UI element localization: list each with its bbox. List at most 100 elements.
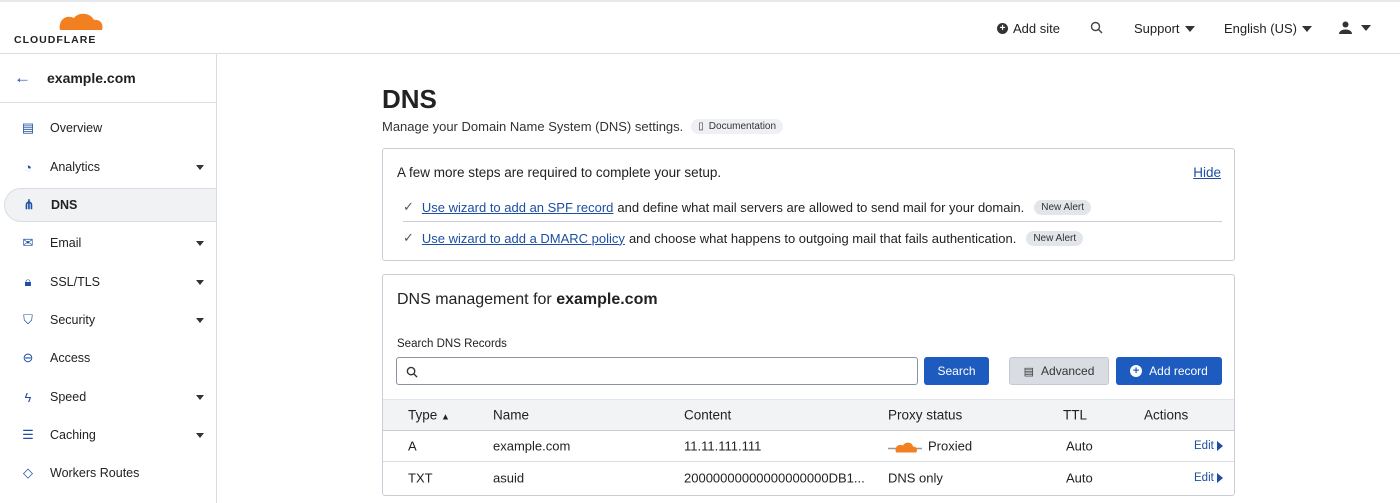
book-icon: ▯ [698,121,704,132]
sidebar-item-dns[interactable]: ⋔ DNS [4,188,216,222]
documentation-link[interactable]: ▯ Documentation [691,119,784,134]
sidebar-item-label: DNS [51,198,78,212]
column-type[interactable]: Type ▲ [408,408,450,423]
documentation-label: Documentation [708,121,777,132]
title-domain: example.com [556,291,658,308]
cloudflare-logo[interactable]: CLOUDFLARE [14,12,106,46]
column-proxy-status: Proxy status [888,407,963,423]
new-alert-badge: New Alert [1026,230,1084,246]
caret-right-icon [1216,441,1223,451]
support-dropdown[interactable]: Support [1134,21,1195,36]
sidebar-domain: example.com [47,70,136,86]
user-icon [1339,21,1352,34]
sidebar-item-label: Caching [50,428,96,442]
step-text: and define what mail servers are allowed… [617,199,1025,215]
plus-circle-icon: + [997,23,1008,34]
edit-button[interactable]: Edit [1194,440,1223,452]
sidebar-item-label: Speed [50,390,87,404]
language-dropdown[interactable]: English (US) [1224,21,1312,36]
add-record-button[interactable]: + Add record [1116,357,1222,385]
step-text: and choose what happens to outgoing mail… [628,230,1017,246]
table-row: TXT asuid 20000000000000000000DB1... DNS… [383,462,1234,493]
check-icon: ✓ [403,199,414,214]
logo-text: CLOUDFLARE [14,34,97,46]
alert-title: A few more steps are required to complet… [397,165,722,180]
dns-management-title: DNS management for example.com [397,291,658,309]
spf-wizard-link[interactable]: Use wizard to add an SPF record [422,200,613,215]
dns-management-card: DNS management for example.com Search DN… [382,274,1235,496]
clipboard-icon: ▤ [21,120,35,135]
user-menu[interactable] [1339,21,1371,34]
page-title: DNS [382,84,437,114]
cloud-logo-icon [59,13,103,31]
search-icon [1090,21,1103,34]
alert-step-dmarc: ✓ Use wizard to add a DMARC policy and c… [403,230,1084,246]
search-icon [406,366,418,378]
proxy-status-label: DNS only [888,470,943,485]
proxy-status: Proxied [888,439,972,454]
proxy-status-label: Proxied [928,438,973,454]
sidebar-item-label: Overview [50,121,103,135]
search-button[interactable]: Search [924,357,989,385]
record-ttl: Auto [1066,470,1093,485]
column-name: Name [493,407,530,423]
sidebar-item-workers-routes[interactable]: ◇ Workers Routes [0,456,216,490]
lightning-icon: ϟ [24,389,32,405]
sidebar-item-analytics[interactable]: ◔ Analytics [0,150,216,184]
chevron-down-icon [196,164,204,170]
sidebar-item-label: Access [50,351,91,365]
edit-label: Edit [1194,440,1214,452]
sidebar-item-label: Analytics [50,160,101,174]
sidebar-item-speed[interactable]: ϟ Speed [0,380,216,414]
workers-icon: ◇ [23,465,33,480]
language-label: English (US) [1224,21,1297,36]
network-icon: ⋔ [23,197,35,212]
search-button[interactable] [1090,21,1103,34]
lock-icon: 🔒︎ [24,274,32,289]
add-record-label: Add record [1149,364,1208,378]
chevron-down-icon [196,317,204,323]
access-icon: ⊖ [22,350,34,365]
sidebar-item-access[interactable]: ⊖ Access [0,341,216,375]
search-label: Search DNS Records [397,338,507,350]
new-alert-badge: New Alert [1034,199,1092,215]
caret-right-icon [1216,472,1223,483]
sidebar-item-label: Workers Routes [50,466,140,480]
search-dns-input[interactable] [396,357,918,385]
sidebar-item-overview[interactable]: ▤ Overview [0,111,216,145]
hide-link[interactable]: Hide [1193,165,1221,180]
chevron-down-icon [196,240,204,246]
dmarc-wizard-link[interactable]: Use wizard to add a DMARC policy [422,231,625,246]
arrow-left-icon: ← [14,68,31,87]
edit-button[interactable]: Edit [1194,472,1223,484]
back-to-domains[interactable]: ← example.com [0,54,216,103]
record-content: 20000000000000000000DB1... [684,470,865,485]
column-actions: Actions [1144,407,1189,423]
chevron-down-icon [1361,24,1371,31]
sidebar-item-caching[interactable]: ☰ Caching [0,418,216,452]
record-content: 11.11.111.111 [684,438,762,454]
add-site-button[interactable]: + Add site [997,21,1060,36]
plus-circle-icon: + [1130,365,1143,377]
table-header: Type ▲ Name Content Proxy status TTL Act… [383,399,1234,431]
advanced-label: Advanced [1041,364,1095,378]
sidebar-item-label: Security [50,313,96,327]
top-bar: CLOUDFLARE + Add site Support English (U… [0,0,1400,54]
sort-up-icon: ▲ [441,411,450,422]
edit-label: Edit [1194,471,1214,484]
alert-step-spf: ✓ Use wizard to add an SPF record and de… [403,199,1092,215]
sidebar-item-security[interactable]: ⛉ Security [0,303,216,337]
sidebar: ← example.com ▤ Overview ◔ Analytics ⋔ DNS … [0,54,217,503]
add-site-label: Add site [1013,21,1060,36]
proxied-cloud-icon [888,442,922,452]
record-type: A [408,438,417,454]
sidebar-item-email[interactable]: ✉ Email [0,226,216,260]
document-icon: ▤ [1023,365,1035,378]
record-type: TXT [408,470,433,485]
advanced-button[interactable]: ▤ Advanced [1009,357,1109,385]
sidebar-item-ssl-tls[interactable]: 🔒︎ SSL/TLS [0,265,216,299]
column-ttl: TTL [1063,407,1088,423]
record-name: asuid [493,470,525,485]
sidebar-item-label: SSL/TLS [50,275,101,289]
server-icon: ☰ [22,427,34,442]
